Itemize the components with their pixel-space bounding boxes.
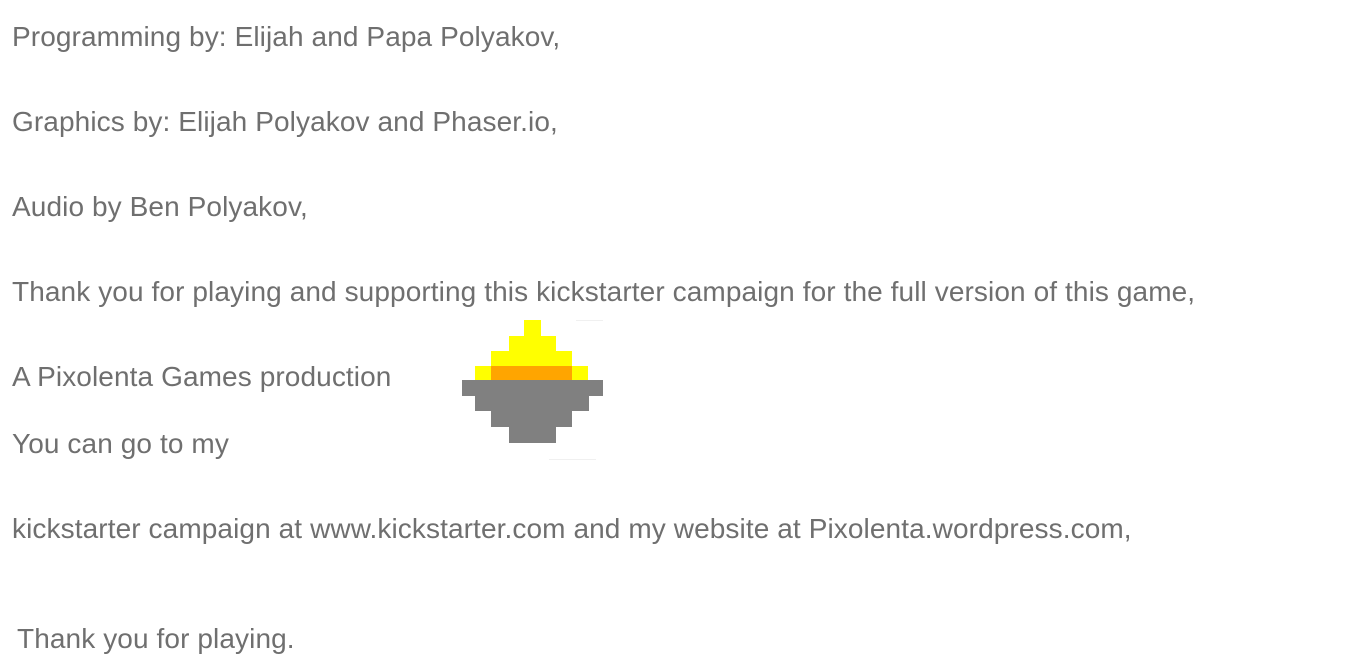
programming-credit: Programming by: Elijah and Papa Polyakov… [12, 21, 561, 52]
flame-base [491, 366, 572, 381]
bowl-rim [462, 380, 603, 396]
flame-tip [524, 320, 541, 337]
flame-mid [509, 336, 556, 352]
bowl-bottom [509, 426, 556, 443]
bowl-middle [491, 410, 572, 427]
graphics-credit: Graphics by: Elijah Polyakov and Phaser.… [12, 106, 558, 137]
audio-credit: Audio by Ben Polyakov, [12, 191, 308, 222]
final-thanks-text: Thank you for playing. [17, 623, 295, 654]
pixel-brazier-logo-icon [462, 320, 603, 460]
bowl-upper [475, 395, 589, 411]
flame-low [491, 351, 572, 367]
go-to-text: You can go to my [12, 428, 229, 459]
production-credit: A Pixolenta Games production [12, 361, 392, 392]
thanks-support-text: Thank you for playing and supporting thi… [12, 276, 1196, 307]
links-text: kickstarter campaign at www.kickstarter.… [12, 513, 1132, 544]
flame-side-left [475, 366, 491, 381]
flame-side-right [572, 366, 588, 381]
